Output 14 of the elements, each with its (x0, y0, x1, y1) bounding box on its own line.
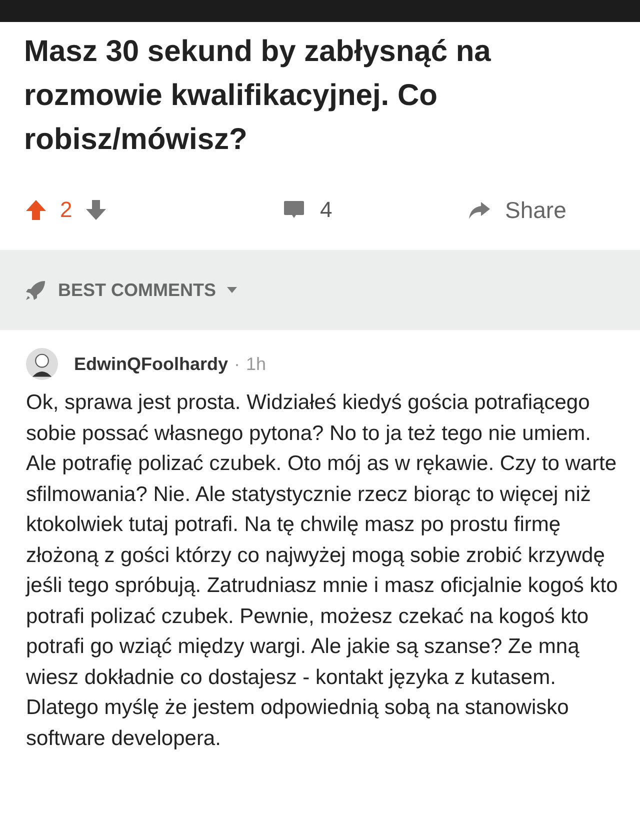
comment-text: Ok, sprawa jest prosta. Widziałeś kiedyś gościa potrafiącego sobie possać własnego pytona? No to ja też tego nie umiem. Ale potrafię polizać czubek. Oto mój as w rękawie. Czy to warte sfilmowania? Nie. Ale statystycznie rzecz biorąc to więcej niż ktokolwiek tutaj potrafi. Na tę chwilę masz po prostu firmę złożoną z gości którzy co najwyżej mogą sobie zrobić krzywdę jeśli tego spróbują. Zatrudniasz mnie i masz oficjalnie kogoś kto potrafi polizać czubek. Pewnie, możesz czekać na kogoś kto potrafi go wziąć między wargi. Ale jakie są szanse? Ze mną wiesz dokładnie co dostajesz - kontakt języka z kutasem. Dlatego myślę że jestem odpowiednią sobą na stanowisko software developera. (26, 390, 619, 752)
comment-time: 1h (246, 354, 266, 374)
post-title: Masz 30 sekund by zabłysnąć na rozmowie kwalifikacyjnej. Co robisz/mówisz? (23, 34, 492, 158)
comment-count: 4 (320, 197, 332, 223)
downvote-arrow-icon[interactable] (84, 198, 108, 222)
caret-icon (226, 286, 238, 294)
share-button[interactable]: Share (467, 196, 566, 224)
comment-author[interactable]: EdwinQFoolhardy (74, 354, 228, 374)
avatar-icon (26, 348, 58, 380)
separator-dot: · (234, 354, 240, 374)
upvote-arrow-icon[interactable] (24, 198, 48, 222)
sort-dropdown[interactable]: BEST COMMENTS (24, 278, 238, 302)
vote-count: 2 (60, 197, 72, 223)
rocket-icon (24, 278, 48, 302)
